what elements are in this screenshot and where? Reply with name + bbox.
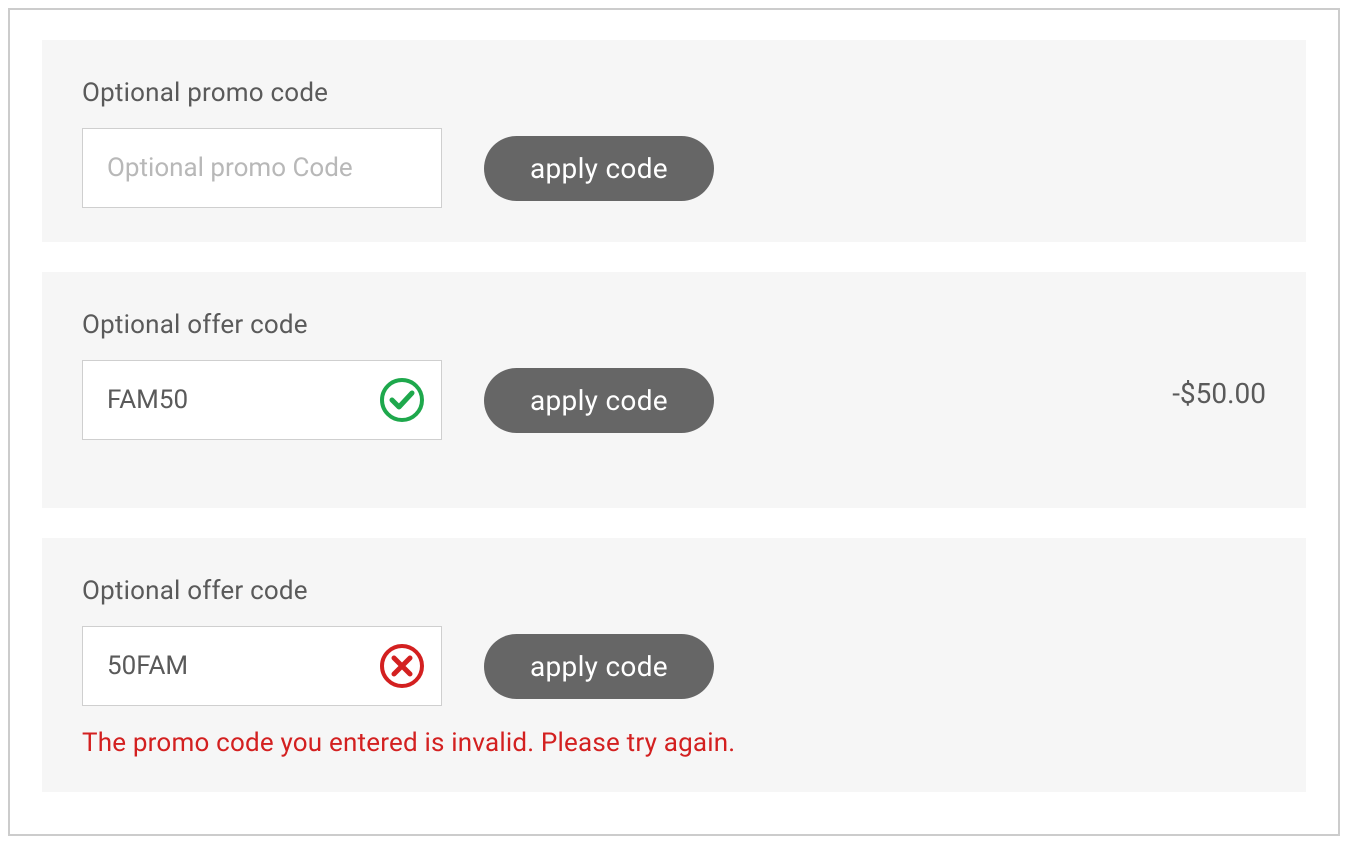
outer-frame: Optional promo code apply code Optional …	[8, 8, 1340, 836]
offer-code-invalid-label: Optional offer code	[82, 576, 1266, 606]
offer-code-invalid-section: Optional offer code apply code The promo…	[42, 538, 1306, 792]
promo-code-section: Optional promo code apply code	[42, 40, 1306, 242]
apply-offer-invalid-button[interactable]: apply code	[484, 634, 714, 699]
promo-input-row: apply code	[82, 128, 1266, 208]
apply-offer-valid-button[interactable]: apply code	[484, 368, 714, 433]
offer-invalid-input-row: apply code	[82, 626, 1266, 706]
offer-code-valid-section: Optional offer code apply code -$50.00	[42, 272, 1306, 508]
offer-code-valid-label: Optional offer code	[82, 310, 1266, 340]
error-message: The promo code you entered is invalid. P…	[82, 728, 1266, 758]
checkmark-circle-icon	[378, 376, 426, 424]
apply-promo-button[interactable]: apply code	[484, 136, 714, 201]
offer-valid-input-wrap	[82, 360, 442, 440]
offer-invalid-input-wrap	[82, 626, 442, 706]
promo-input-wrap	[82, 128, 442, 208]
discount-amount: -$50.00	[1172, 377, 1266, 410]
x-circle-icon	[378, 642, 426, 690]
promo-code-label: Optional promo code	[82, 78, 1266, 108]
offer-valid-input-row: apply code	[82, 360, 1266, 440]
promo-code-input[interactable]	[82, 128, 442, 208]
